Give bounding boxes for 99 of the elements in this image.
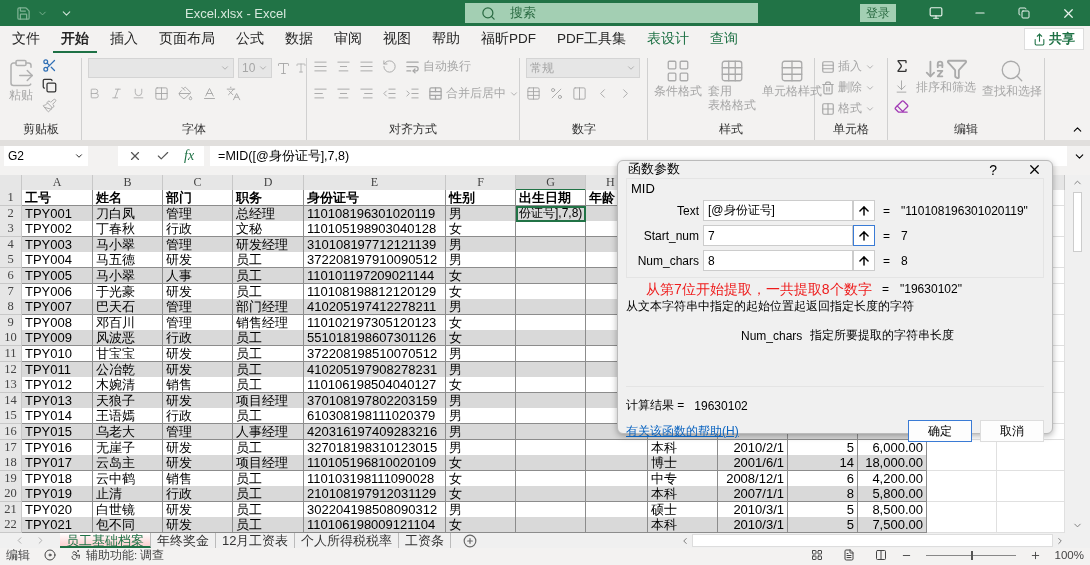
table-cell: 7,500.00: [858, 517, 927, 534]
table-cell: 行政: [163, 408, 233, 425]
group-label: 样式: [718, 122, 744, 137]
argument-name: Num_chars: [741, 328, 803, 343]
table-cell: 王语嫣: [93, 408, 163, 425]
table-cell: 员工: [233, 517, 304, 534]
equals-sign: =: [882, 282, 890, 296]
table-cell: 女: [446, 377, 516, 394]
argument-value: 8: [901, 253, 908, 268]
table-cell: 止清: [93, 486, 163, 503]
table-cell: TPY009: [22, 330, 93, 347]
table-cell: 410205197412278211: [304, 299, 446, 316]
calculation-result: 19630102: [694, 398, 748, 413]
table-cell: TPY007: [22, 299, 93, 316]
equals-sign: =: [883, 228, 891, 243]
table-cell: 文秘: [233, 221, 304, 238]
table-cell: 本科: [648, 517, 718, 534]
result-label: 计算结果 =: [626, 397, 685, 414]
table-cell: 男: [446, 252, 516, 269]
table-cell: 行政: [163, 486, 233, 503]
column-title: 出生日期: [516, 190, 586, 206]
table-cell: 女: [446, 486, 516, 503]
group-label: 编辑: [953, 122, 979, 137]
argument-value: 7: [901, 228, 908, 243]
table-cell: 女: [446, 330, 516, 347]
table-cell: TPY014: [22, 408, 93, 425]
table-cell: 丁春秋: [93, 221, 163, 238]
table-cell: 女: [446, 455, 516, 472]
table-cell: 员工: [233, 377, 304, 394]
table-cell: 110105196810020109: [304, 455, 446, 472]
table-cell: 包不同: [93, 517, 163, 534]
table-cell: TPY004: [22, 252, 93, 269]
annotation-text: 从第7位开始提取，一共提取8个数字: [646, 281, 872, 297]
group-label: 单元格: [832, 122, 870, 137]
table-cell: 研发: [163, 455, 233, 472]
table-cell: 551018198607301126: [304, 330, 446, 347]
table-cell: 管理: [163, 299, 233, 316]
table-cell: 5,800.00: [858, 486, 927, 503]
column-title: 职务: [233, 190, 304, 206]
table-cell: TPY012: [22, 377, 93, 394]
table-cell: 研发: [163, 517, 233, 534]
table-cell: 女: [446, 221, 516, 238]
argument-label: Start_num: [642, 228, 699, 243]
table-cell: 8: [788, 486, 858, 503]
table-cell: 云岛主: [93, 455, 163, 472]
column-title: 部门: [163, 190, 233, 206]
table-cell: 110106198009121104: [304, 517, 446, 534]
function-description: 从文本字符串中指定的起始位置起返回指定长度的字符: [626, 298, 914, 315]
table-cell: 员工: [233, 330, 304, 347]
column-title: 性别: [446, 190, 516, 206]
table-cell: TPY002: [22, 221, 93, 238]
table-cell: 2010/3/1: [718, 517, 788, 534]
table-cell: TPY017: [22, 455, 93, 472]
status-mode: 编辑: [6, 547, 30, 563]
window-title: Excel.xlsx - Excel: [185, 5, 288, 21]
argument-label: Num_chars: [636, 253, 699, 268]
table-cell: 巴天石: [93, 299, 163, 316]
table-cell: 项目经理: [233, 455, 304, 472]
table-cell: 372208197910090512: [304, 252, 446, 269]
group-label: 对齐方式: [388, 122, 438, 137]
table-cell: 女: [446, 517, 516, 534]
column-title: 姓名: [93, 190, 163, 206]
table-cell: TPY021: [22, 517, 93, 534]
table-cell: 5: [788, 517, 858, 534]
table-cell: 110106198504040127: [304, 377, 446, 394]
table-cell: 男: [446, 408, 516, 425]
table-cell: 2001/6/1: [718, 455, 788, 472]
argument-description: 指定所要提取的字符串长度: [810, 327, 955, 344]
table-cell: 销售: [163, 377, 233, 394]
table-cell: 14: [788, 455, 858, 472]
argument-value: "110108196301020119": [901, 203, 1028, 218]
group-label: 数字: [570, 122, 597, 137]
table-cell: 男: [446, 299, 516, 316]
table-cell: 2007/1/1: [718, 486, 788, 503]
table-cell: 本科: [648, 486, 718, 503]
group-label: 字体: [181, 122, 207, 137]
column-title: 身份证号: [304, 190, 446, 206]
formula-result: "19630102": [900, 282, 962, 296]
table-cell: 木婉清: [93, 377, 163, 394]
table-cell: 员工: [233, 252, 304, 269]
equals-sign: =: [883, 203, 891, 218]
table-cell: TPY019: [22, 486, 93, 503]
equals-sign: =: [883, 253, 891, 268]
table-cell: 110105198903040128: [304, 221, 446, 238]
table-cell: 210108197912031129: [304, 486, 446, 503]
column-title: 工号: [22, 190, 93, 206]
table-cell: 员工: [233, 408, 304, 425]
table-cell: 马五德: [93, 252, 163, 269]
group-label: 剪贴板: [21, 122, 60, 137]
table-cell: 博士: [648, 455, 718, 472]
table-cell: 研发: [163, 252, 233, 269]
table-cell: 员工: [233, 486, 304, 503]
table-cell: 行政: [163, 330, 233, 347]
table-cell: 18,000.00: [858, 455, 927, 472]
table-cell: 风波恶: [93, 330, 163, 347]
table-cell: 部门经理: [233, 299, 304, 316]
table-cell: 行政: [163, 221, 233, 238]
table-cell: 610308198111020379: [304, 408, 446, 425]
argument-label: Text: [676, 203, 699, 218]
